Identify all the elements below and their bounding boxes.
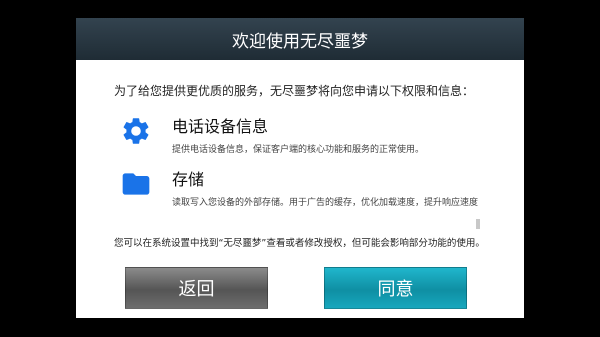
permission-phone-desc: 提供电话设备信息，保证客户端的核心功能和服务的正常使用。	[172, 145, 425, 155]
folder-icon	[122, 173, 150, 195]
permission-phone-device: 电话设备信息 提供电话设备信息，保证客户端的核心功能和服务的正常使用。	[120, 118, 424, 155]
permission-storage: 存储 读取写入您设备的外部存储。用于广告的缓存，优化加载速度，提升响应速度	[120, 171, 478, 208]
dialog-header: 欢迎使用无尽噩梦	[76, 18, 524, 60]
permission-storage-desc: 读取写入您设备的外部存储。用于广告的缓存，优化加载速度，提升响应速度	[172, 198, 479, 208]
permission-phone-title: 电话设备信息	[172, 117, 269, 136]
settings-gear-icon	[123, 118, 149, 144]
dialog-title: 欢迎使用无尽噩梦	[232, 31, 368, 52]
permission-storage-title: 存储	[172, 170, 205, 189]
scrollbar-thumb[interactable]	[476, 219, 480, 229]
settings-note: 您可以在系统设置中找到“无尽噩梦”查看或者修改授权，但可能会影响部分功能的使用。	[114, 238, 485, 249]
permission-dialog: 欢迎使用无尽噩梦 为了给您提供更优质的服务，无尽噩梦将向您申请以下权限和信息： …	[76, 18, 524, 318]
agree-button[interactable]: 同意	[324, 267, 467, 309]
back-button[interactable]: 返回	[125, 267, 268, 309]
intro-text: 为了给您提供更优质的服务，无尽噩梦将向您申请以下权限和信息：	[114, 84, 475, 98]
